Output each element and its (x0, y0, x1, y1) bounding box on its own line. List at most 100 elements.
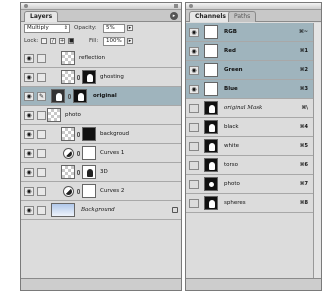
channels-list: ◉ RGB ⌘~ ◉ Red ⌘1 ◉ Green ⌘2 ◉ Blue ⌘3 o… (186, 23, 313, 213)
channel-name[interactable]: white (224, 143, 239, 150)
layers-panel: Layers ▸ Multiply ⇕ Opacity: 5% ▸ Lock: … (20, 2, 182, 291)
channel-row[interactable]: photo ⌘7 (186, 175, 313, 194)
channel-shortcut: ⌘5 (299, 143, 308, 149)
layer-row[interactable]: ◉ ghosting (21, 68, 181, 87)
collapse-icon[interactable] (174, 4, 178, 8)
eye-icon[interactable]: ◉ (24, 73, 34, 82)
eye-icon[interactable]: ◉ (24, 168, 34, 177)
channel-row[interactable]: ◉ Blue ⌘3 (186, 80, 313, 99)
channel-name[interactable]: torso (224, 162, 238, 169)
lock-transparency-icon[interactable] (41, 38, 47, 44)
mask-link-icon[interactable] (77, 170, 80, 175)
layer-row[interactable]: ◉ reflection (21, 49, 181, 68)
layer-name[interactable]: photo (65, 112, 81, 119)
channel-name[interactable]: black (224, 124, 239, 131)
layer-name[interactable]: reflection (79, 55, 105, 62)
layers-titlebar[interactable] (21, 3, 181, 10)
channel-name[interactable]: Blue (224, 86, 238, 93)
link-icon[interactable] (37, 111, 46, 120)
channel-row[interactable]: spheres ⌘8 (186, 194, 313, 213)
channel-name[interactable]: original Mask (224, 105, 262, 112)
eye-icon[interactable]: ◉ (189, 85, 199, 94)
eye-icon[interactable]: ◉ (24, 187, 34, 196)
link-icon[interactable] (37, 54, 46, 63)
channel-name[interactable]: RGB (224, 29, 237, 36)
layer-name[interactable]: Curves 2 (100, 188, 124, 195)
lock-image-icon[interactable]: / (50, 38, 56, 44)
layer-name[interactable]: ghosting (100, 74, 124, 81)
channel-row[interactable]: white ⌘5 (186, 137, 313, 156)
link-icon[interactable] (37, 187, 46, 196)
mask-link-icon[interactable] (68, 94, 71, 99)
mask-link-icon[interactable] (77, 151, 80, 156)
eye-icon[interactable]: ◉ (24, 54, 34, 63)
visibility-toggle[interactable] (189, 123, 199, 132)
channel-thumbnail (204, 158, 218, 172)
mask-link-icon[interactable] (77, 189, 80, 194)
channel-row[interactable]: torso ⌘6 (186, 156, 313, 175)
lock-icon (172, 207, 178, 213)
link-icon[interactable] (37, 149, 46, 158)
brush-icon[interactable]: ✎ (37, 92, 46, 101)
close-icon[interactable] (189, 4, 193, 8)
layer-name[interactable]: backgroud (100, 131, 129, 138)
layer-name[interactable]: Curves 1 (100, 150, 124, 157)
layer-row-selected[interactable]: ◉ ✎ original (21, 87, 181, 106)
channel-thumbnail (204, 120, 218, 134)
lock-position-icon[interactable]: + (59, 38, 65, 44)
link-icon[interactable] (37, 130, 46, 139)
panel-menu-icon[interactable]: ▸ (170, 12, 178, 20)
close-icon[interactable] (24, 4, 28, 8)
mask-link-icon[interactable] (77, 132, 80, 137)
fill-field[interactable]: 100% (103, 37, 125, 46)
channel-row[interactable]: black ⌘4 (186, 118, 313, 137)
opacity-field[interactable]: 5% (103, 24, 125, 33)
opacity-slider-arrow-icon[interactable]: ▸ (127, 25, 133, 31)
lock-all-icon[interactable]: ■ (68, 38, 74, 44)
channel-row[interactable]: ◉ RGB ⌘~ (186, 23, 313, 42)
layer-name[interactable]: 3D (100, 169, 108, 176)
visibility-toggle[interactable] (189, 180, 199, 189)
layer-row[interactable]: ◉ backgroud (21, 125, 181, 144)
eye-icon[interactable]: ◉ (189, 47, 199, 56)
eye-icon[interactable]: ◉ (189, 66, 199, 75)
eye-icon[interactable]: ◉ (24, 130, 34, 139)
link-icon[interactable] (37, 73, 46, 82)
visibility-toggle[interactable] (189, 199, 199, 208)
visibility-toggle[interactable] (189, 104, 199, 113)
visibility-toggle[interactable] (189, 142, 199, 151)
link-icon[interactable] (37, 206, 46, 215)
eye-icon[interactable]: ◉ (24, 111, 34, 120)
mask-link-icon[interactable] (77, 75, 80, 80)
channels-scrollbar[interactable] (313, 23, 321, 278)
eye-icon[interactable]: ◉ (189, 28, 199, 37)
tab-layers[interactable]: Layers (24, 11, 59, 22)
channel-row[interactable]: original Mask ⌘\ (186, 99, 313, 118)
layer-row[interactable]: ◉ Curves 2 (21, 182, 181, 201)
blend-mode-select[interactable]: Multiply ⇕ (24, 24, 70, 33)
layer-row[interactable]: ◉ Curves 1 (21, 144, 181, 163)
tab-paths[interactable]: Paths (228, 11, 257, 22)
channel-row[interactable]: ◉ Red ⌘1 (186, 42, 313, 61)
link-icon[interactable] (37, 168, 46, 177)
channel-name[interactable]: Green (224, 67, 243, 74)
visibility-toggle[interactable] (189, 161, 199, 170)
eye-icon[interactable]: ◉ (24, 92, 34, 101)
channel-shortcut: ⌘3 (299, 86, 308, 92)
layer-row[interactable]: ◉ Background (21, 201, 181, 220)
layer-name[interactable]: Background (81, 207, 115, 214)
blend-row: Multiply ⇕ Opacity: 5% ▸ (21, 22, 181, 35)
channel-row[interactable]: ◉ Green ⌘2 (186, 61, 313, 80)
channels-titlebar[interactable] (186, 3, 321, 10)
channel-name[interactable]: spheres (224, 200, 246, 207)
layer-name[interactable]: original (93, 93, 117, 100)
layer-row[interactable]: ◉ photo (21, 106, 181, 125)
channel-name[interactable]: Red (224, 48, 236, 55)
channel-name[interactable]: photo (224, 181, 240, 188)
eye-icon[interactable]: ◉ (24, 149, 34, 158)
layer-row[interactable]: ◉ 3D (21, 163, 181, 182)
eye-icon[interactable]: ◉ (24, 206, 34, 215)
layer-thumbnail (51, 203, 75, 217)
fill-slider-arrow-icon[interactable]: ▸ (127, 38, 133, 44)
tab-channels[interactable]: Channels (189, 11, 232, 22)
